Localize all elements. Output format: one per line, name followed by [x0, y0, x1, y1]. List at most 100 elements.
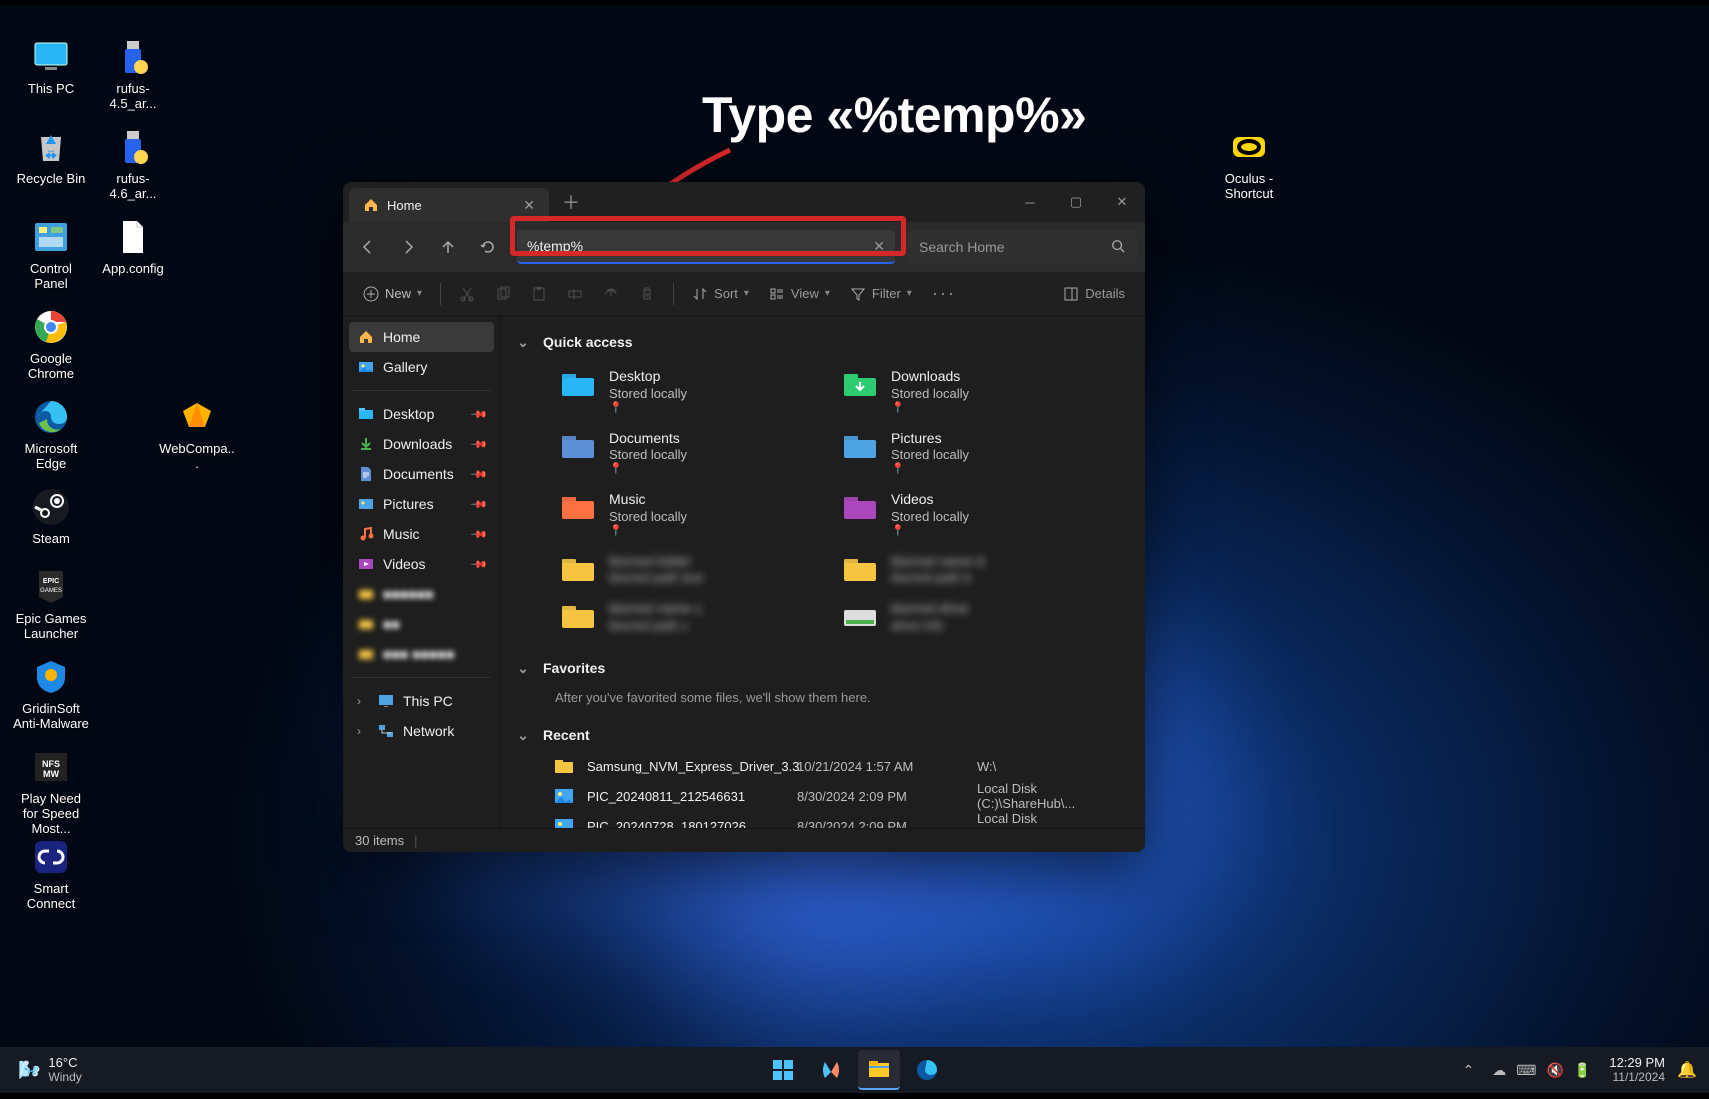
desktop-icon-epic[interactable]: EPICGAMES Epic Games Launcher — [10, 566, 92, 642]
recent-item[interactable]: Samsung_NVM_Express_Driver_3.310/21/2024… — [511, 751, 1129, 781]
chevron-right-icon[interactable]: › — [357, 694, 369, 708]
file-explorer-button[interactable] — [858, 1050, 900, 1090]
volume-icon[interactable]: 🔇 — [1546, 1062, 1563, 1079]
sidebar-item-pictures[interactable]: Pictures 📌 — [349, 489, 494, 519]
quick-access-item[interactable]: DesktopStored locally📍 — [555, 364, 817, 420]
close-button[interactable]: ✕ — [1099, 182, 1145, 222]
file-icon — [555, 817, 577, 828]
chevron-down-icon: ⌄ — [515, 727, 531, 744]
sidebar-item-blurred-2[interactable]: ■■ — [349, 609, 494, 639]
address-bar[interactable]: ✕ — [517, 230, 895, 264]
desktop-icon-webcompanion[interactable]: WebCompa... — [156, 396, 238, 472]
sidebar-item-music[interactable]: Music 📌 — [349, 519, 494, 549]
sidebar-item-blurred-3[interactable]: ■■■ ■■■■■ — [349, 639, 494, 669]
desktop-icon-smart-connect[interactable]: Smart Connect — [10, 836, 92, 912]
qa-name: Music — [609, 491, 687, 509]
battery-icon[interactable]: 🔋 — [1574, 1062, 1591, 1079]
tab-home[interactable]: Home ✕ — [349, 188, 549, 222]
video-icon — [357, 555, 375, 573]
desktop-icon-edge[interactable]: Microsoft Edge — [10, 396, 92, 472]
language-icon[interactable]: ⌨ — [1516, 1062, 1536, 1079]
copy-button — [487, 278, 519, 310]
network-icon — [377, 722, 395, 740]
back-button[interactable] — [351, 230, 385, 264]
sidebar-item-gallery[interactable]: Gallery — [349, 352, 494, 382]
onedrive-icon[interactable]: ☁ — [1492, 1062, 1506, 1079]
section-quick-access[interactable]: ⌄ Quick access — [511, 326, 1129, 358]
tray-expand-button[interactable]: ⌃ — [1455, 1050, 1483, 1090]
filter-button[interactable]: Filter ▾ — [842, 278, 920, 310]
view-button[interactable]: View ▾ — [761, 278, 838, 310]
new-button[interactable]: New ▾ — [355, 278, 430, 310]
section-recent[interactable]: ⌄ Recent — [511, 719, 1129, 751]
pin-icon: 📌 — [470, 525, 489, 544]
desktop-icon-recycle-bin[interactable]: Recycle Bin — [10, 126, 92, 187]
desktop-icon-steam[interactable]: Steam — [10, 486, 92, 547]
tab-close-icon[interactable]: ✕ — [523, 197, 535, 214]
quick-access-item[interactable]: PicturesStored locally📍 — [837, 426, 1099, 482]
new-tab-button[interactable]: ＋ — [553, 184, 589, 220]
quick-access-item[interactable]: VideosStored locally📍 — [837, 487, 1099, 543]
minimize-button[interactable]: ─ — [1007, 182, 1053, 222]
desktop-icon-oculus[interactable]: Oculus - Shortcut — [1208, 126, 1290, 202]
quick-access-item[interactable]: DocumentsStored locally📍 — [555, 426, 817, 482]
search-input[interactable] — [919, 239, 1101, 255]
desktop-icon-gridinsoft[interactable]: GridinSoft Anti-Malware — [10, 656, 92, 732]
desktop-icon-control-panel[interactable]: Control Panel — [10, 216, 92, 292]
desktop-icon-nfs[interactable]: NFSMW Play Need for Speed Most... — [10, 746, 92, 837]
epic-icon: EPICGAMES — [30, 566, 72, 608]
recent-item[interactable]: PIC_20240728_1801270268/30/2024 2:09 PML… — [511, 811, 1129, 828]
forward-button[interactable] — [391, 230, 425, 264]
section-favorites[interactable]: ⌄ Favorites — [511, 652, 1129, 684]
address-input[interactable] — [527, 238, 863, 254]
details-button[interactable]: Details — [1055, 278, 1133, 310]
sort-button[interactable]: Sort ▾ — [684, 278, 757, 310]
tray-icons[interactable]: ☁ ⌨ 🔇 🔋 — [1484, 1050, 1599, 1090]
chevron-right-icon[interactable]: › — [357, 724, 369, 738]
up-button[interactable] — [431, 230, 465, 264]
quick-access-item[interactable]: blurred drivedrive info — [837, 596, 1099, 638]
desktop-icon-app-config[interactable]: App.config — [92, 216, 174, 277]
start-button[interactable] — [762, 1050, 804, 1090]
edge-taskbar-button[interactable] — [906, 1050, 948, 1090]
desktop-icon-this-pc[interactable]: This PC — [10, 36, 92, 97]
sidebar-item-blurred-1[interactable]: ■■■■■■ — [349, 579, 494, 609]
file-icon — [555, 757, 577, 775]
sidebar-item-documents[interactable]: Documents 📌 — [349, 459, 494, 489]
sidebar-item-network[interactable]: › Network — [349, 716, 494, 746]
search-icon[interactable] — [1111, 239, 1125, 256]
recent-item[interactable]: PIC_20240811_2125466318/30/2024 2:09 PML… — [511, 781, 1129, 811]
maximize-button[interactable]: ▢ — [1053, 182, 1099, 222]
chevron-down-icon: ⌄ — [515, 334, 531, 351]
desktop-icon-chrome[interactable]: Google Chrome — [10, 306, 92, 382]
search-box[interactable] — [907, 230, 1137, 264]
sidebar-item-desktop[interactable]: Desktop 📌 — [349, 399, 494, 429]
icon-label: Microsoft Edge — [12, 442, 90, 472]
item-count: 30 items — [355, 833, 404, 848]
icon-label: Control Panel — [12, 262, 90, 292]
clear-address-icon[interactable]: ✕ — [873, 238, 885, 255]
folder-icon — [841, 555, 879, 585]
more-button[interactable]: ··· — [924, 278, 964, 310]
recent-location: W:\ — [977, 759, 1129, 774]
sidebar-item-videos[interactable]: Videos 📌 — [349, 549, 494, 579]
usb-drive-icon — [112, 126, 154, 168]
sidebar: Home Gallery Desktop 📌 Downloads 📌 — [343, 316, 501, 828]
recycle-bin-icon — [30, 126, 72, 168]
sidebar-item-this-pc[interactable]: › This PC — [349, 686, 494, 716]
desktop-icon-rufus46[interactable]: rufus-4.6_ar... — [92, 126, 174, 202]
window-titlebar[interactable]: Home ✕ ＋ ─ ▢ ✕ — [343, 182, 1145, 222]
sidebar-item-home[interactable]: Home — [349, 322, 494, 352]
quick-access-item[interactable]: blurred folderblurred path text — [555, 549, 817, 591]
clock[interactable]: 12:29 PM 11/1/2024 — [1601, 1056, 1673, 1083]
quick-access-item[interactable]: blurred name bblurred path b — [837, 549, 1099, 591]
sidebar-item-downloads[interactable]: Downloads 📌 — [349, 429, 494, 459]
quick-access-item[interactable]: MusicStored locally📍 — [555, 487, 817, 543]
copilot-button[interactable] — [810, 1050, 852, 1090]
quick-access-item[interactable]: blurred name cblurred path c — [555, 596, 817, 638]
notification-button[interactable]: 🔔 — [1675, 1060, 1699, 1080]
desktop-icon-rufus45[interactable]: rufus-4.5_ar... — [92, 36, 174, 112]
weather-widget[interactable]: 🌬️ 16°C Windy — [10, 1050, 90, 1090]
refresh-button[interactable] — [471, 230, 505, 264]
quick-access-item[interactable]: DownloadsStored locally📍 — [837, 364, 1099, 420]
